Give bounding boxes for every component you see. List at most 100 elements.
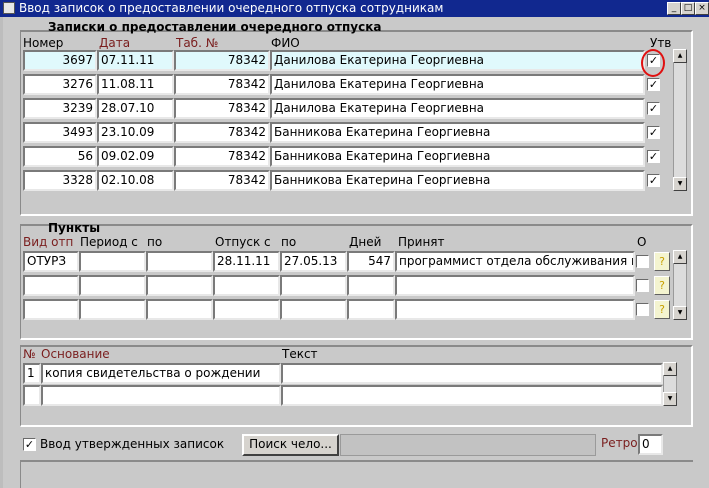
basis-num-cell[interactable]: 1 (23, 363, 41, 384)
period-to-cell[interactable] (146, 299, 213, 320)
leave-from-cell[interactable] (213, 275, 280, 296)
period-from-cell[interactable] (79, 275, 146, 296)
date-cell[interactable]: 11.08.11 (97, 74, 174, 95)
fio-cell[interactable]: Данилова Екатерина Георгиевна (270, 50, 645, 71)
status-field (340, 434, 596, 456)
col-accepted-header: Принят (398, 235, 445, 249)
maximize-button[interactable]: □ (681, 2, 695, 15)
window-title: Ввод записок о предоставлении очередного… (19, 1, 444, 15)
tab-cell[interactable]: 78342 (174, 98, 270, 119)
date-cell[interactable]: 23.10.09 (97, 122, 174, 143)
tab-cell[interactable]: 78342 (174, 146, 270, 167)
notes-scrollbar[interactable]: ▲ ▼ (673, 49, 687, 191)
col-date-header: Дата (99, 36, 131, 50)
col-o-header: О (637, 235, 647, 249)
col-type-header: Вид отп (23, 235, 74, 249)
basis-num-cell[interactable] (23, 385, 41, 406)
close-button[interactable]: × (695, 2, 709, 15)
app-icon (3, 2, 15, 14)
minimize-button[interactable]: _ (667, 2, 681, 15)
approved-checkbox[interactable]: ✓ (647, 78, 660, 91)
accepted-cell[interactable] (395, 299, 635, 320)
leave-to-cell[interactable] (280, 299, 347, 320)
highlight-circle (641, 49, 665, 77)
fio-cell[interactable]: Данилова Екатерина Георгиевна (270, 98, 645, 119)
leave-type-cell[interactable] (23, 299, 79, 320)
col-fio-header: ФИО (271, 36, 300, 50)
scroll-down-icon[interactable]: ▼ (673, 306, 687, 320)
accepted-cell[interactable]: программист отдела обслуживания п (395, 251, 635, 272)
date-cell[interactable]: 02.10.08 (97, 170, 174, 191)
retro-label: Ретро (601, 436, 638, 450)
leave-type-cell[interactable]: ОТУРЗ (23, 251, 79, 272)
scroll-down-icon[interactable]: ▼ (663, 392, 677, 406)
leave-to-cell[interactable] (280, 275, 347, 296)
retro-field[interactable]: 0 (638, 434, 663, 455)
date-cell[interactable]: 07.11.11 (97, 50, 174, 71)
scroll-up-icon[interactable]: ▲ (673, 49, 687, 63)
number-cell[interactable]: 3697 (23, 50, 97, 71)
accepted-cell[interactable] (395, 275, 635, 296)
number-cell[interactable]: 3493 (23, 122, 97, 143)
fio-cell[interactable]: Данилова Екатерина Георгиевна (270, 74, 645, 95)
status-bar (20, 460, 693, 488)
days-cell[interactable]: 547 (347, 251, 395, 272)
help-icon[interactable]: ? (654, 276, 670, 295)
o-checkbox[interactable] (636, 255, 649, 268)
leave-type-cell[interactable] (23, 275, 79, 296)
approved-checkbox[interactable]: ✓ (647, 102, 660, 115)
col-num-header: № (23, 347, 36, 361)
number-cell[interactable]: 3239 (23, 98, 97, 119)
fio-cell[interactable]: Банникова Екатерина Георгиевна (270, 122, 645, 143)
text-cell[interactable] (281, 363, 663, 384)
number-cell[interactable]: 3276 (23, 74, 97, 95)
basis-cell[interactable] (41, 385, 281, 406)
col-period-from-header: Период с (80, 235, 138, 249)
title-bar: Ввод записок о предоставлении очередного… (0, 0, 709, 17)
o-checkbox[interactable] (636, 279, 649, 292)
leave-from-cell[interactable]: 28.11.11 (213, 251, 280, 272)
leave-to-cell[interactable]: 27.05.13 (280, 251, 347, 272)
days-cell[interactable] (347, 299, 395, 320)
approved-checkbox[interactable]: ✓ (647, 174, 660, 187)
notes-section-title: Записки о предоставлении очередного отпу… (48, 20, 382, 34)
basis-cell[interactable]: копия свидетельства о рождении (41, 363, 281, 384)
basis-scrollbar[interactable]: ▲ ▼ (663, 362, 677, 406)
period-to-cell[interactable] (146, 251, 213, 272)
help-icon[interactable]: ? (654, 252, 670, 271)
days-cell[interactable] (347, 275, 395, 296)
col-text-header: Текст (282, 347, 318, 361)
approved-checkbox[interactable]: ✓ (647, 150, 660, 163)
scroll-down-icon[interactable]: ▼ (673, 177, 687, 191)
scroll-up-icon[interactable]: ▲ (673, 250, 687, 264)
items-scrollbar[interactable]: ▲ ▼ (673, 250, 687, 320)
date-cell[interactable]: 28.07.10 (97, 98, 174, 119)
search-person-button[interactable]: Поиск чело... (242, 434, 339, 456)
items-section-title: Пункты (48, 221, 101, 235)
date-cell[interactable]: 09.02.09 (97, 146, 174, 167)
number-cell[interactable]: 3328 (23, 170, 97, 191)
fio-cell[interactable]: Банникова Екатерина Георгиевна (270, 146, 645, 167)
fio-cell[interactable]: Банникова Екатерина Георгиевна (270, 170, 645, 191)
tab-cell[interactable]: 78342 (174, 74, 270, 95)
tab-cell[interactable]: 78342 (174, 50, 270, 71)
col-basis-header: Основание (41, 347, 110, 361)
approved-checkbox[interactable]: ✓ (647, 126, 660, 139)
help-icon[interactable]: ? (654, 300, 670, 319)
period-from-cell[interactable] (79, 251, 146, 272)
tab-cell[interactable]: 78342 (174, 170, 270, 191)
scroll-up-icon[interactable]: ▲ (663, 362, 677, 376)
leave-from-cell[interactable] (213, 299, 280, 320)
period-from-cell[interactable] (79, 299, 146, 320)
text-cell[interactable] (281, 385, 663, 406)
number-cell[interactable]: 56 (23, 146, 97, 167)
o-checkbox[interactable] (636, 303, 649, 316)
col-leave-to-header: по (281, 235, 297, 249)
period-to-cell[interactable] (146, 275, 213, 296)
window-border (0, 17, 3, 488)
tab-cell[interactable]: 78342 (174, 122, 270, 143)
col-approved-header: Утв (650, 36, 672, 50)
approved-notes-checkbox[interactable]: ✓ (23, 438, 36, 451)
col-period-to-header: по (147, 235, 163, 249)
col-number-header: Номер (23, 36, 64, 50)
